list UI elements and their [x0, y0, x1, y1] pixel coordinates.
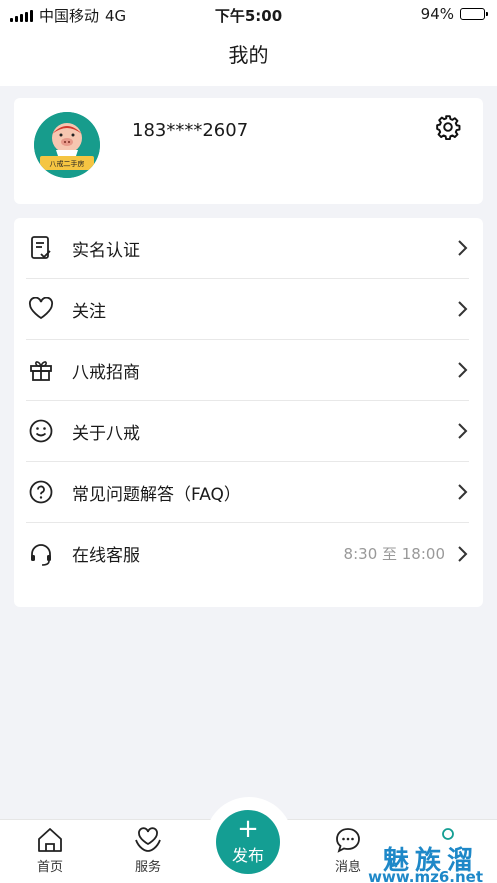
- menu-item-customer-service[interactable]: 在线客服 8:30 至 18:00: [26, 523, 469, 584]
- pig-mascot-logo: 八戒二手房: [34, 112, 100, 178]
- avatar[interactable]: 八戒二手房: [34, 112, 100, 178]
- chevron-right-icon: [458, 545, 468, 562]
- publish-button[interactable]: + 发布: [216, 810, 280, 874]
- gear-icon[interactable]: [435, 114, 461, 140]
- menu-item-real-name-verification[interactable]: 实名认证: [26, 218, 469, 279]
- menu-item-label: 关于八戒: [72, 423, 140, 444]
- menu-item-about[interactable]: 关于八戒: [26, 401, 469, 462]
- tab-home-label: 首页: [36, 860, 63, 875]
- status-bar: 中国移动 4G 下午5:00 94%: [0, 0, 497, 28]
- user-phone: 183****2607: [132, 120, 249, 141]
- menu-item-label: 常见问题解答（FAQ）: [72, 484, 241, 505]
- nav-bar: 我的: [0, 28, 497, 86]
- smile-icon: [26, 416, 56, 446]
- tab-home[interactable]: 首页: [20, 826, 80, 875]
- chat-icon: [336, 828, 360, 853]
- page-title: 我的: [228, 43, 269, 67]
- chevron-right-icon: [458, 484, 468, 500]
- menu-item-label: 八戒招商: [72, 362, 140, 383]
- headset-icon: [26, 539, 56, 569]
- tab-service[interactable]: 服务: [118, 826, 178, 875]
- menu-item-label: 关注: [72, 301, 106, 322]
- menu-item-label: 在线客服: [72, 546, 140, 566]
- publish-label: 发布: [231, 846, 264, 865]
- menu-list: 实名认证 关注 八戒招商 关于八戒 常见问题解答（FAQ） 在线客服 8:30 …: [14, 218, 483, 607]
- watermark-url: www.mz6.net: [368, 868, 483, 883]
- tab-service-label: 服务: [134, 860, 161, 875]
- profile-card[interactable]: 八戒二手房 183****2607: [14, 98, 483, 204]
- menu-item-investment[interactable]: 八戒招商: [26, 340, 469, 401]
- menu-item-follow[interactable]: 关注: [26, 279, 469, 340]
- tab-messages-label: 消息: [334, 860, 361, 875]
- menu-item-label: 实名认证: [72, 240, 140, 261]
- chevron-right-icon: [458, 362, 468, 378]
- question-icon: [26, 477, 56, 507]
- service-hours: 8:30 至 18:00: [343, 545, 445, 563]
- heart-icon: [26, 294, 56, 324]
- home-icon: [38, 828, 62, 852]
- battery-icon: [460, 8, 488, 20]
- chevron-right-icon: [458, 301, 468, 317]
- gift-icon: [26, 355, 56, 385]
- plus-icon: +: [237, 814, 259, 844]
- menu-item-faq[interactable]: 常见问题解答（FAQ）: [26, 462, 469, 523]
- watermark: 魅族溜 www.mz6.net: [360, 840, 497, 883]
- chevron-right-icon: [458, 423, 468, 439]
- service-heart-icon: [135, 827, 161, 852]
- battery-percent: 94%: [420, 5, 454, 23]
- svg-text:八戒二手房: 八戒二手房: [50, 159, 85, 168]
- chevron-right-icon: [458, 240, 468, 256]
- id-verify-icon: [26, 233, 56, 263]
